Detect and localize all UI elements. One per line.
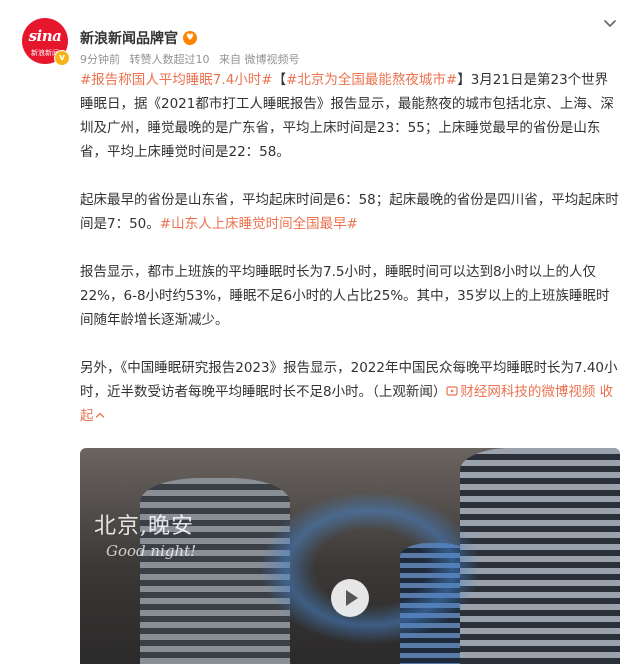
post-meta: 9分钟前 转赞人数超过10 来自 微博视频号 (80, 51, 306, 67)
more-options-button[interactable] (602, 16, 618, 32)
author-row: 新浪新闻品牌官 ♥ (80, 28, 197, 48)
play-icon[interactable] (330, 578, 370, 618)
post-reposts: 转赞人数超过10 (129, 53, 210, 66)
video-subtitle: Good night! (106, 542, 197, 560)
video-link-label: 财经网科技的微博视频 (460, 384, 596, 400)
sina-logo: sina (28, 27, 62, 45)
bracket-open: 【 (272, 72, 287, 88)
topic-link[interactable]: #报告称国人平均睡眠7.4小时# (80, 72, 273, 88)
post-header: sina 新浪新闻 v 新浪新闻品牌官 ♥ 9分钟前 转赞人数超过10 来自 微… (0, 0, 640, 70)
bracket-close: 】 (457, 72, 471, 88)
author-name[interactable]: 新浪新闻品牌官 (80, 28, 178, 48)
paragraph-1: #报告称国人平均睡眠7.4小时#【#北京为全国最能熬夜城市#】3月21日是第23… (80, 68, 620, 164)
video-player[interactable]: 北京,晚安 Good night! (80, 448, 620, 664)
topic-link[interactable]: #山东人上床睡觉时间全国最早# (160, 216, 358, 232)
paragraph-3: 报告显示，都市上班族的平均睡眠时长为7.5小时，睡眠时间可以达到8小时以上的人仅… (80, 260, 620, 332)
paragraph-4: 另外，《中国睡眠研究报告2023》报告显示，2022年中国民众每晚平均睡眠时长为… (80, 356, 620, 428)
post-content: #报告称国人平均睡眠7.4小时#【#北京为全国最能熬夜城市#】3月21日是第23… (80, 68, 620, 452)
post-time[interactable]: 9分钟前 (80, 53, 120, 66)
topic-link[interactable]: #北京为全国最能熬夜城市# (286, 72, 457, 88)
light-swirl (240, 478, 500, 658)
chevron-down-icon (604, 20, 616, 27)
paragraph-2: 起床最早的省份是山东省，平均起床时间是6：58；起床最晚的省份是四川省，平均起床… (80, 188, 620, 236)
post-source[interactable]: 来自 微博视频号 (219, 53, 300, 66)
video-link[interactable]: 财经网科技的微博视频 (446, 384, 595, 400)
verified-badge-icon: v (54, 50, 70, 66)
paragraph-text: 报告显示，都市上班族的平均睡眠时长为7.5小时，睡眠时间可以达到8小时以上的人仅… (80, 264, 610, 328)
fan-badge-icon: ♥ (183, 31, 197, 45)
video-title: 北京,晚安 (94, 514, 194, 539)
video-link-icon (446, 386, 458, 396)
chevron-up-icon (95, 412, 104, 418)
